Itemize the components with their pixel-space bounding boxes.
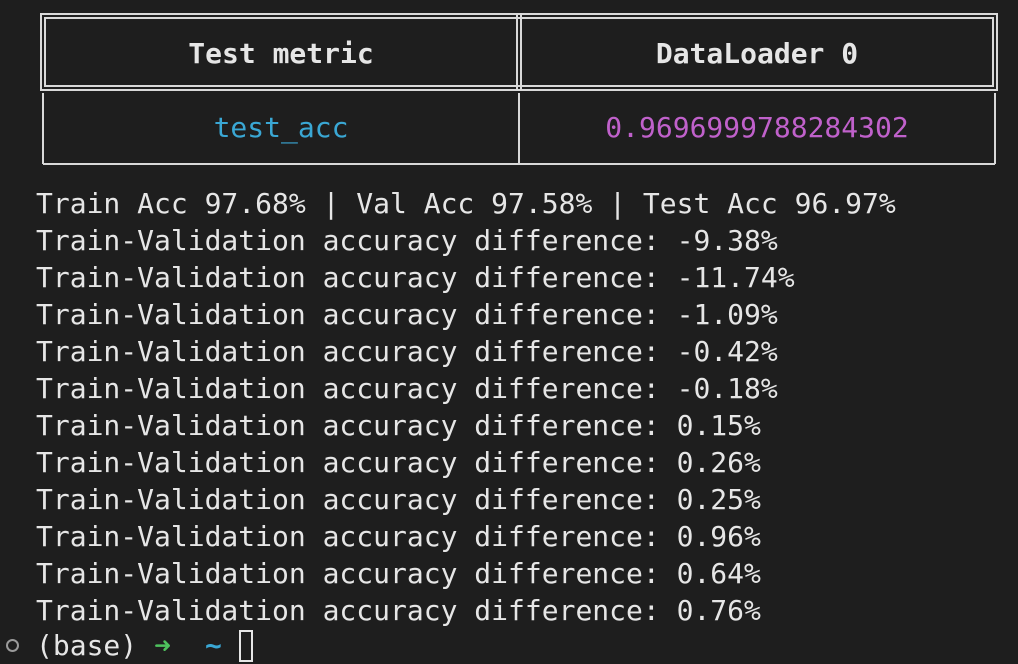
text-cursor[interactable] [238,629,253,662]
diff-line: Train-Validation accuracy difference: 0.… [36,520,761,553]
status-circle-icon [6,639,19,652]
shell-prompt[interactable]: (base) ➜ ~ [0,627,253,664]
summary-line: Train Acc 97.68% | Val Acc 97.58% | Test… [36,187,896,220]
test-results-table: Test metric DataLoader 0 test_acc 0.9696… [40,13,998,165]
diff-line: Train-Validation accuracy difference: 0.… [36,483,761,516]
diff-line: Train-Validation accuracy difference: -0… [36,335,778,368]
diff-line: Train-Validation accuracy difference: 0.… [36,594,761,627]
header-test-metric: Test metric [188,37,374,70]
cell-metric-value: 0.9696999788284302 [605,111,909,144]
current-directory: ~ [205,629,222,662]
diff-line: Train-Validation accuracy difference: 0.… [36,446,761,479]
diff-line: Train-Validation accuracy difference: -0… [36,372,778,405]
prompt-arrow-icon: ➜ [154,629,172,662]
conda-env-label: (base) [36,629,138,662]
header-dataloader-0: DataLoader 0 [655,37,859,70]
diff-line: Train-Validation accuracy difference: 0.… [36,409,761,442]
diff-line: Train-Validation accuracy difference: -9… [36,224,778,257]
diff-line: Train-Validation accuracy difference: 0.… [36,557,761,590]
diff-line: Train-Validation accuracy difference: -1… [36,298,778,331]
output-lines: Train Acc 97.68% | Val Acc 97.58% | Test… [36,185,896,629]
cell-metric-name: test_acc [213,111,349,144]
terminal-window[interactable]: Test metric DataLoader 0 test_acc 0.9696… [0,0,1018,664]
diff-line: Train-Validation accuracy difference: -1… [36,261,795,294]
